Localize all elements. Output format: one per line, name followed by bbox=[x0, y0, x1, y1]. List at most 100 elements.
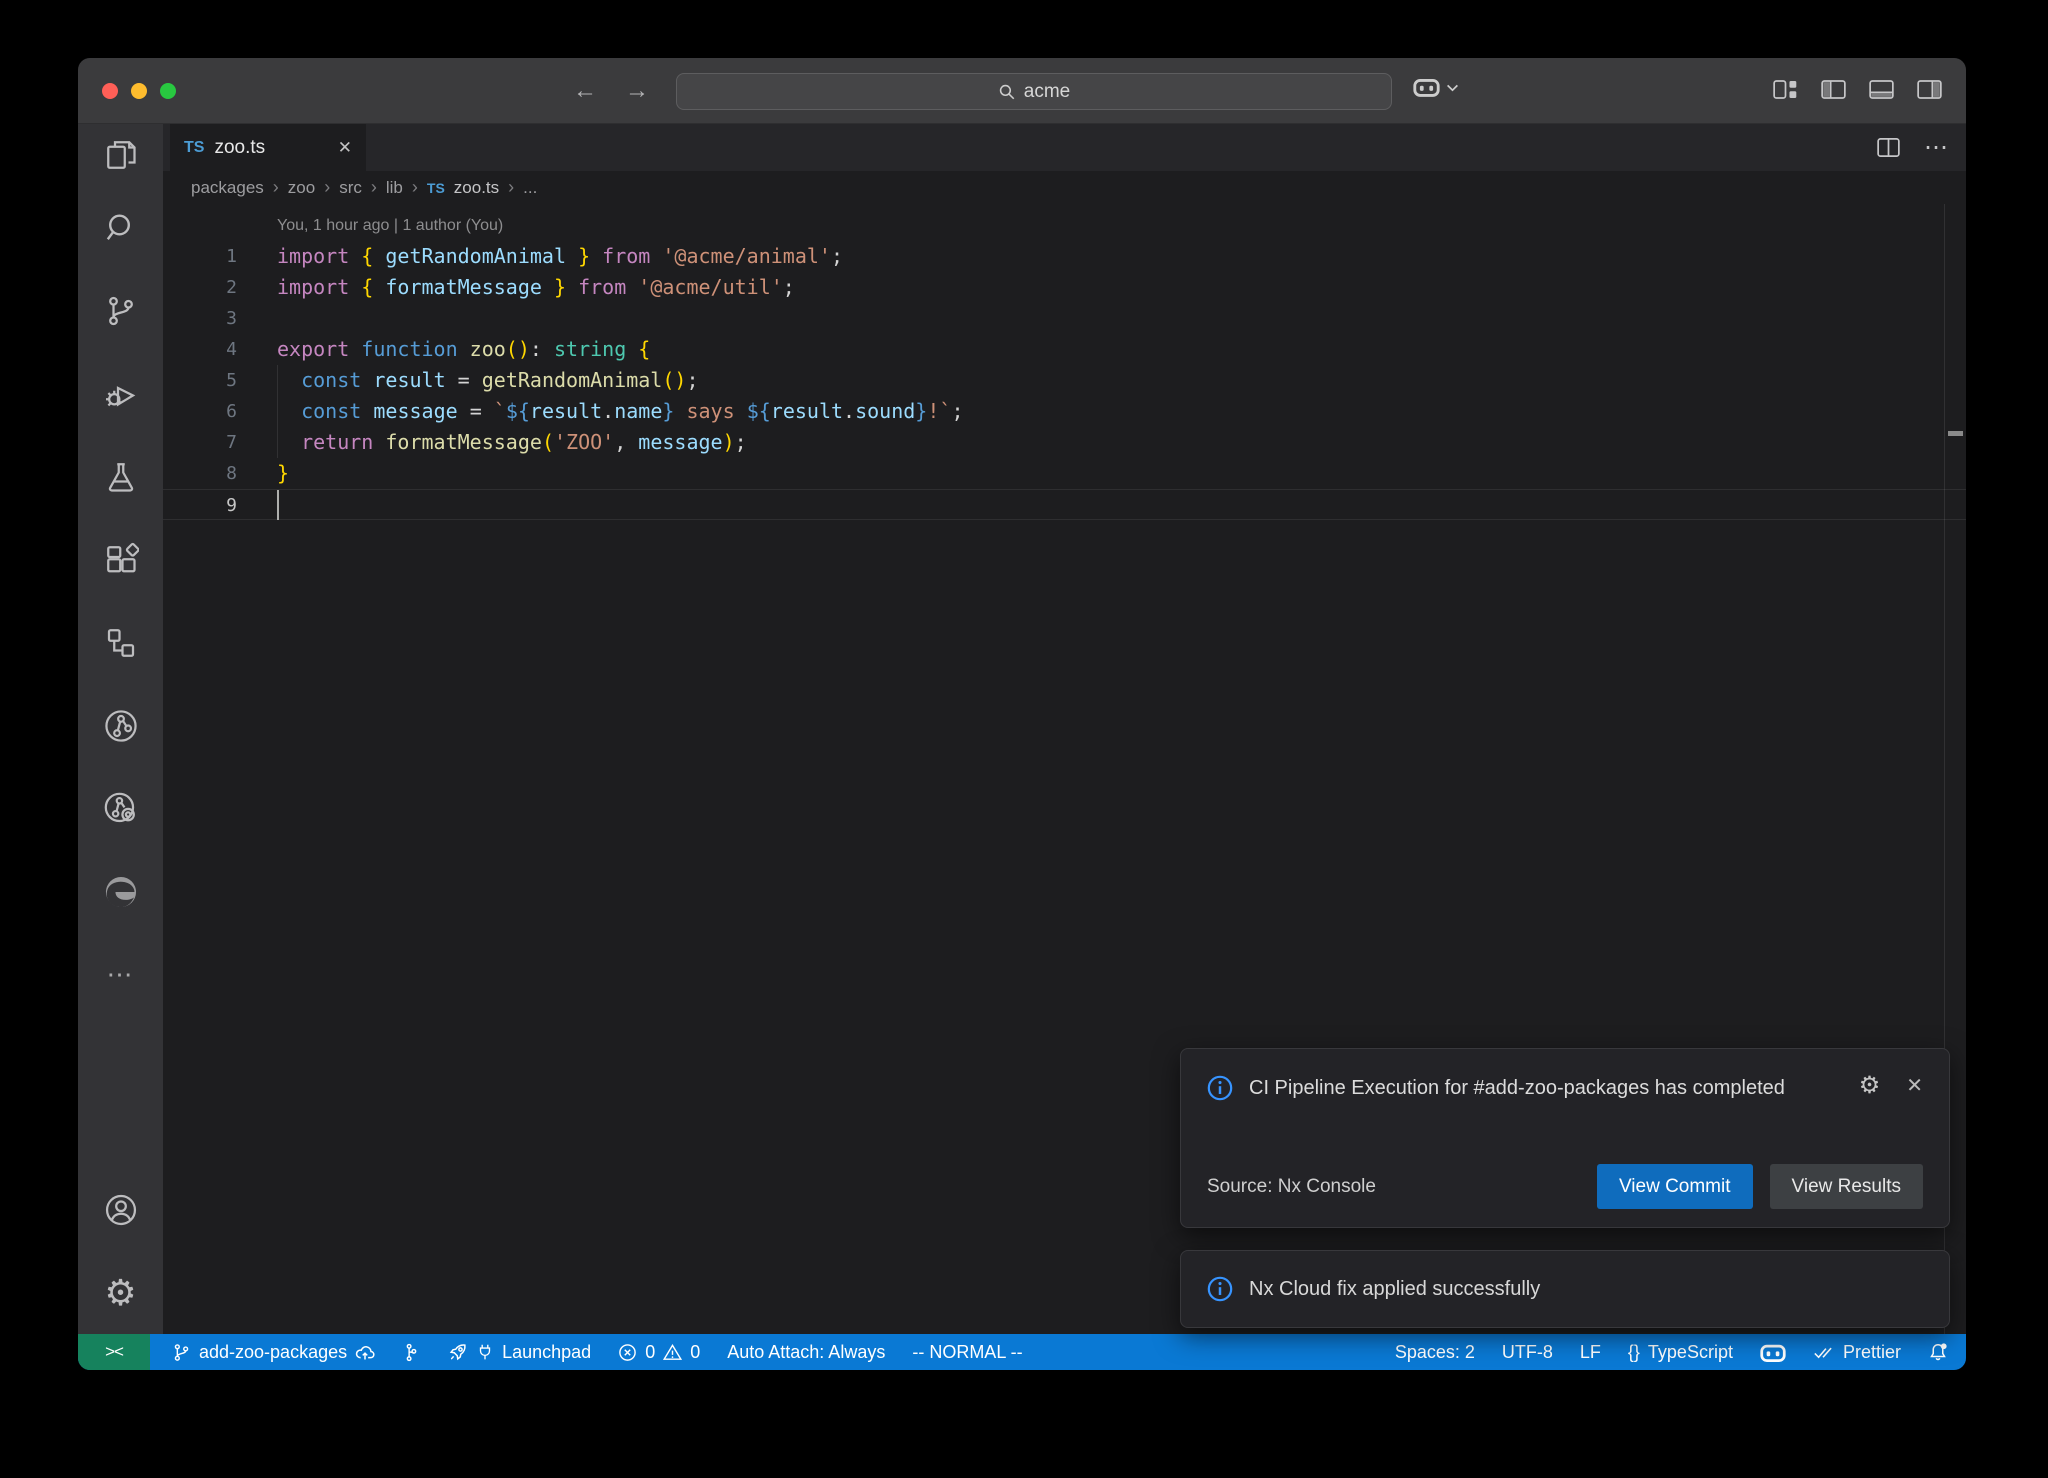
run-debug-icon bbox=[103, 376, 139, 412]
sidebar-item-references[interactable] bbox=[78, 601, 163, 684]
double-check-icon bbox=[1813, 1343, 1835, 1361]
sidebar-item-nx-console[interactable] bbox=[78, 684, 163, 767]
bell-dot-icon bbox=[1928, 1342, 1948, 1362]
breadcrumb-separator-icon: › bbox=[412, 177, 418, 198]
code-line-1: 1import { getRandomAnimal } from '@acme/… bbox=[163, 241, 1966, 272]
code-line-6: 6 const message = `${result.name} says $… bbox=[163, 396, 1966, 427]
tab-label: zoo.ts bbox=[214, 137, 265, 159]
notification-close-icon[interactable]: ✕ bbox=[1906, 1073, 1923, 1098]
code-line-9: 9 bbox=[163, 489, 1966, 520]
customize-layout-icon[interactable] bbox=[1773, 79, 1798, 100]
toggle-primary-sidebar-icon[interactable] bbox=[1821, 79, 1846, 100]
sidebar-item-settings[interactable]: ⚙ bbox=[78, 1251, 163, 1334]
copilot-icon bbox=[1760, 1342, 1786, 1363]
sidebar-item-run-debug[interactable] bbox=[78, 352, 163, 435]
code-line-7: 7 return formatMessage('ZOO', message); bbox=[163, 427, 1966, 458]
line-number: 8 bbox=[163, 458, 237, 489]
copilot-status[interactable] bbox=[1760, 1342, 1786, 1363]
nx-status[interactable] bbox=[402, 1343, 421, 1362]
ruler-cursor-mark bbox=[1948, 431, 1963, 436]
chevron-down-icon bbox=[1446, 83, 1459, 92]
vim-mode-status[interactable]: -- NORMAL -- bbox=[912, 1342, 1022, 1363]
branch-name: add-zoo-packages bbox=[199, 1342, 347, 1363]
command-center-search[interactable]: acme bbox=[676, 73, 1392, 110]
formatter-status[interactable]: Prettier bbox=[1813, 1342, 1901, 1363]
nav-forward-button[interactable]: → bbox=[625, 77, 649, 105]
eol-label: LF bbox=[1580, 1342, 1601, 1363]
breadcrumb-symbol-tail[interactable]: ... bbox=[523, 178, 537, 198]
line-number: 9 bbox=[163, 490, 237, 519]
breadcrumb-separator-icon: › bbox=[324, 177, 330, 198]
breadcrumb-item[interactable]: lib bbox=[386, 178, 403, 198]
breadcrumb-item[interactable]: zoo bbox=[288, 178, 315, 198]
spaces-label: Spaces: 2 bbox=[1395, 1342, 1475, 1363]
typescript-file-icon: TS bbox=[427, 180, 445, 196]
copilot-icon bbox=[1413, 76, 1440, 98]
encoding-label: UTF-8 bbox=[1502, 1342, 1553, 1363]
breadcrumb-separator-icon: › bbox=[508, 177, 514, 198]
copilot-menu-button[interactable] bbox=[1413, 76, 1459, 98]
auto-attach-status[interactable]: Auto Attach: Always bbox=[727, 1342, 885, 1363]
sidebar-item-extensions[interactable] bbox=[78, 518, 163, 601]
code-text bbox=[237, 303, 277, 334]
sidebar-item-nx-cloud[interactable] bbox=[78, 767, 163, 850]
testing-beaker-icon bbox=[103, 459, 139, 495]
notification-toast-nx-cloud-fix: Nx Cloud fix applied successfully bbox=[1180, 1250, 1950, 1328]
git-blame-codelens[interactable]: You, 1 hour ago | 1 author (You) bbox=[163, 210, 1966, 241]
breadcrumb-item[interactable]: src bbox=[339, 178, 362, 198]
sidebar-item-explorer[interactable] bbox=[78, 124, 163, 186]
line-number: 6 bbox=[163, 396, 237, 427]
remote-indicator[interactable]: >< bbox=[78, 1334, 150, 1370]
eol-status[interactable]: LF bbox=[1580, 1342, 1601, 1363]
search-icon bbox=[103, 210, 139, 246]
close-window-button[interactable] bbox=[102, 83, 118, 99]
git-branch-status[interactable]: add-zoo-packages bbox=[172, 1342, 375, 1363]
notification-message: Nx Cloud fix applied successfully bbox=[1249, 1278, 1540, 1301]
toggle-secondary-sidebar-icon[interactable] bbox=[1917, 79, 1942, 100]
nav-back-button[interactable]: ← bbox=[573, 77, 597, 105]
code-text: import { getRandomAnimal } from '@acme/a… bbox=[237, 241, 843, 272]
split-editor-icon[interactable] bbox=[1877, 137, 1900, 158]
code-text: export function zoo(): string { bbox=[237, 334, 650, 365]
code-text: const message = `${result.name} says ${r… bbox=[237, 396, 963, 427]
sidebar-item-source-control[interactable] bbox=[78, 269, 163, 352]
encoding-status[interactable]: UTF-8 bbox=[1502, 1342, 1553, 1363]
sidebar-item-accounts[interactable] bbox=[78, 1168, 163, 1251]
minimize-window-button[interactable] bbox=[131, 83, 147, 99]
sidebar-item-more[interactable]: ⋯ bbox=[78, 933, 163, 1016]
tab-close-icon[interactable]: ✕ bbox=[338, 138, 352, 158]
code-text: import { formatMessage } from '@acme/uti… bbox=[237, 272, 795, 303]
typescript-file-icon: TS bbox=[184, 139, 204, 157]
indent-guide bbox=[277, 365, 278, 458]
indentation-status[interactable]: Spaces: 2 bbox=[1395, 1342, 1475, 1363]
hierarchy-icon bbox=[103, 625, 139, 661]
info-icon bbox=[1207, 1075, 1233, 1101]
line-number: 4 bbox=[163, 334, 237, 365]
line-number: 1 bbox=[163, 241, 237, 272]
toggle-panel-icon[interactable] bbox=[1869, 79, 1894, 100]
editor-more-actions-icon[interactable]: ⋯ bbox=[1924, 133, 1948, 162]
edge-browser-icon bbox=[102, 873, 140, 911]
problems-status[interactable]: 0 0 bbox=[618, 1342, 700, 1363]
sidebar-item-search[interactable] bbox=[78, 186, 163, 269]
sidebar-item-testing[interactable] bbox=[78, 435, 163, 518]
sidebar-item-edge-browser[interactable] bbox=[78, 850, 163, 933]
notification-gear-icon[interactable]: ⚙ bbox=[1859, 1074, 1881, 1098]
zoom-window-button[interactable] bbox=[160, 83, 176, 99]
breadcrumb-item[interactable]: packages bbox=[191, 178, 264, 198]
remote-icon: >< bbox=[105, 1342, 123, 1362]
warning-count: 0 bbox=[690, 1342, 700, 1363]
code-text: return formatMessage('ZOO', message); bbox=[237, 427, 747, 458]
notification-source: Source: Nx Console bbox=[1207, 1176, 1376, 1198]
notification-toast-ci-pipeline: CI Pipeline Execution for #add-zoo-packa… bbox=[1180, 1048, 1950, 1228]
view-commit-button[interactable]: View Commit bbox=[1597, 1164, 1753, 1209]
language-mode-status[interactable]: {} TypeScript bbox=[1628, 1342, 1733, 1363]
view-results-button[interactable]: View Results bbox=[1770, 1164, 1923, 1209]
tab-zoo-ts[interactable]: TS zoo.ts ✕ bbox=[170, 124, 366, 171]
breadcrumb-file[interactable]: zoo.ts bbox=[454, 178, 499, 198]
launchpad-status[interactable]: Launchpad bbox=[448, 1342, 591, 1363]
code-text: } bbox=[237, 458, 289, 489]
auto-attach-label: Auto Attach: Always bbox=[727, 1342, 885, 1363]
extensions-icon bbox=[103, 542, 139, 578]
notifications-bell[interactable] bbox=[1928, 1342, 1948, 1362]
